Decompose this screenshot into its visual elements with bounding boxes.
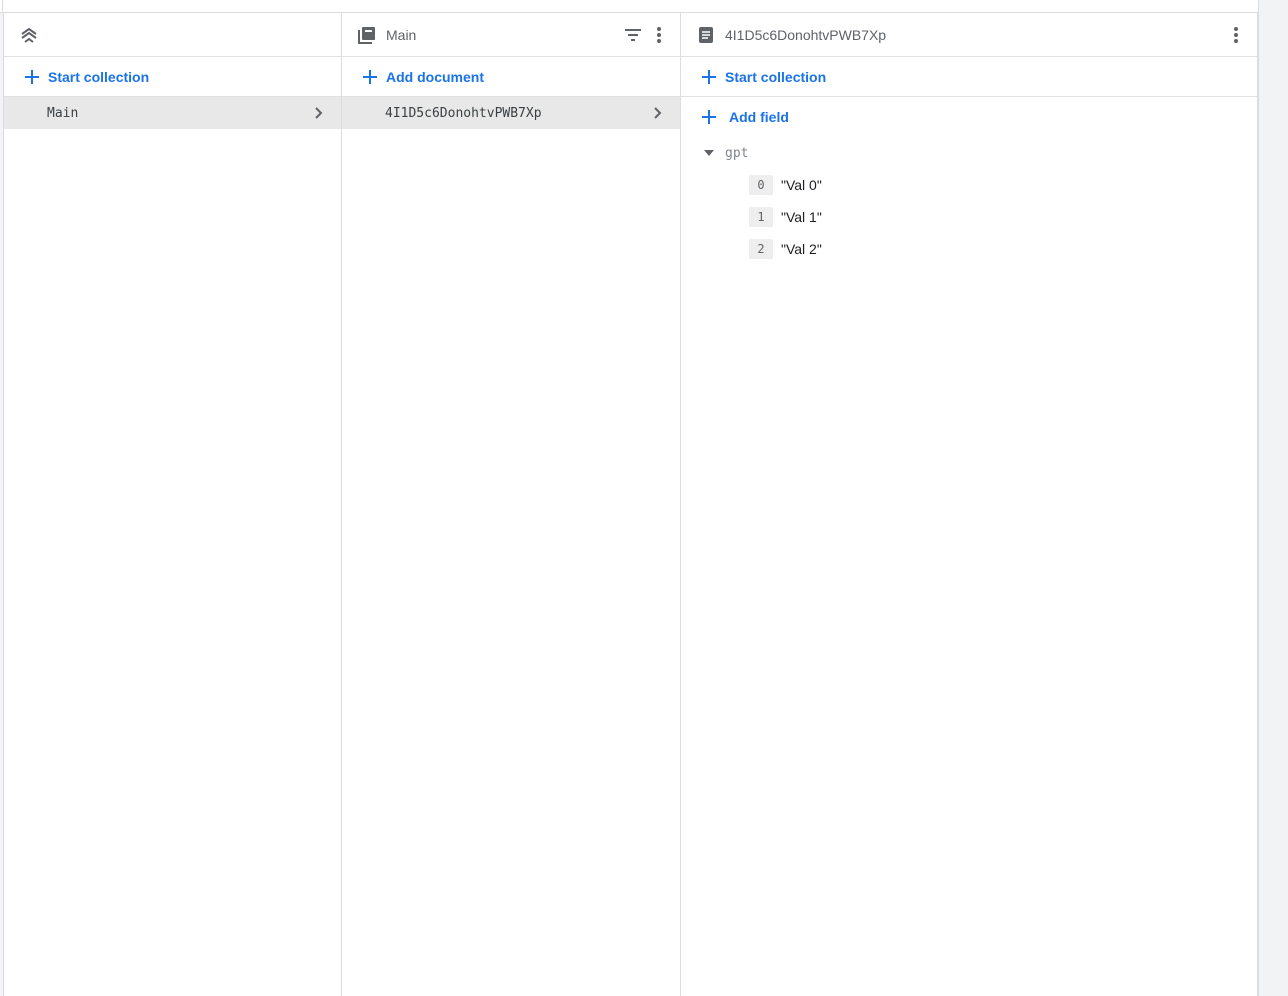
array-index: 0 xyxy=(749,175,773,195)
array-entry[interactable]: 0 "Val 0" xyxy=(699,169,1257,201)
redacted-project-name xyxy=(50,21,142,47)
collection-pane-header: Main xyxy=(342,13,680,57)
add-field-label: Add field xyxy=(729,109,789,125)
add-document-button[interactable]: Add document xyxy=(342,57,680,97)
collection-icon xyxy=(356,24,378,46)
field-row-gpt[interactable]: gpt xyxy=(699,137,1257,169)
array-value[interactable]: "Val 2" xyxy=(781,241,822,257)
plus-icon xyxy=(360,67,380,87)
array-entry[interactable]: 2 "Val 2" xyxy=(699,233,1257,265)
right-gutter xyxy=(1258,0,1288,996)
add-document-label: Add document xyxy=(386,68,484,85)
collection-title: Main xyxy=(386,26,417,43)
root-pane-header xyxy=(4,13,341,57)
chevron-right-icon xyxy=(648,103,668,123)
field-tree: gpt 0 "Val 0" 1 "Val 1" 2 "Val 2" xyxy=(681,137,1257,265)
more-vert-icon[interactable] xyxy=(648,24,670,46)
firestore-stack-icon xyxy=(18,24,40,46)
collection-header-actions xyxy=(622,13,670,57)
array-entry[interactable]: 1 "Val 1" xyxy=(699,201,1257,233)
document-item-label: 4I1D5c6DonohtvPWB7Xp xyxy=(385,105,542,121)
start-subcollection-button[interactable]: Start collection xyxy=(681,57,1257,97)
array-index: 1 xyxy=(749,207,773,227)
collection-list-item[interactable]: Main xyxy=(4,97,341,129)
plus-icon xyxy=(22,67,42,87)
document-icon xyxy=(695,24,717,46)
array-index: 2 xyxy=(749,239,773,259)
array-value[interactable]: "Val 0" xyxy=(781,177,822,193)
document-list-item[interactable]: 4I1D5c6DonohtvPWB7Xp xyxy=(342,97,680,129)
start-subcollection-label: Start collection xyxy=(725,68,827,85)
caret-down-icon[interactable] xyxy=(699,143,719,163)
collection-pane: Main Add document 4I1D5c6DonohtvPWB7Xp xyxy=(342,13,681,996)
top-strip xyxy=(0,0,1258,13)
document-pane-header: 4I1D5c6DonohtvPWB7Xp xyxy=(681,13,1257,57)
array-value[interactable]: "Val 1" xyxy=(781,209,822,225)
start-collection-button[interactable]: Start collection xyxy=(4,57,341,97)
top-strip-edge xyxy=(0,0,3,13)
plus-icon xyxy=(699,107,719,127)
filter-icon[interactable] xyxy=(622,24,644,46)
add-field-button[interactable]: Add field xyxy=(681,97,1257,137)
plus-icon xyxy=(699,67,719,87)
chevron-right-icon xyxy=(309,103,329,123)
document-pane: 4I1D5c6DonohtvPWB7Xp Start collection Ad… xyxy=(681,13,1258,996)
more-vert-icon[interactable] xyxy=(1225,24,1247,46)
document-title: 4I1D5c6DonohtvPWB7Xp xyxy=(725,26,887,43)
collection-item-label: Main xyxy=(47,105,79,121)
start-collection-label: Start collection xyxy=(48,68,150,85)
field-name: gpt xyxy=(725,145,749,161)
document-header-actions xyxy=(1225,13,1247,57)
root-pane: Start collection Main xyxy=(3,13,342,996)
